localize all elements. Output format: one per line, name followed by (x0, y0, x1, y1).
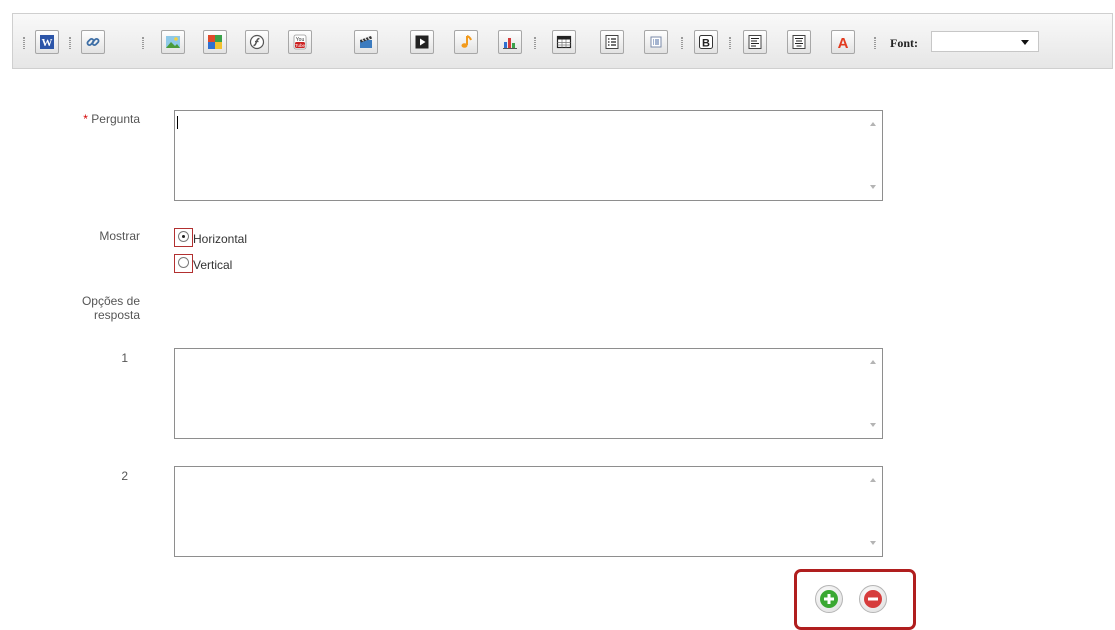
gallery-icon[interactable] (203, 30, 227, 54)
question-label: * Pergunta (40, 112, 140, 126)
toolbar-separator (681, 37, 683, 49)
link-icon[interactable] (81, 30, 105, 54)
answers-label-line1: Opções de (81, 294, 140, 308)
media-play-icon[interactable] (410, 30, 434, 54)
scroll-up-icon[interactable] (870, 122, 876, 126)
radio-checked-icon[interactable] (178, 230, 189, 242)
text-cursor (177, 116, 178, 129)
table-icon[interactable] (552, 30, 576, 54)
radio-vertical-label[interactable]: Vertical (193, 258, 232, 272)
scroll-down-icon[interactable] (870, 541, 876, 545)
answers-label: Opções de resposta (40, 294, 140, 322)
scroll-up-icon[interactable] (870, 360, 876, 364)
radio-vertical-box[interactable] (174, 253, 193, 273)
answer-textarea-2[interactable] (174, 466, 883, 557)
small-list-icon[interactable] (644, 30, 668, 54)
answer-number-1: 1 (121, 351, 128, 365)
required-marker: * (83, 112, 88, 126)
answer-1-scrollbar[interactable] (865, 350, 881, 437)
svg-text:Tube: Tube (295, 43, 306, 48)
word-icon[interactable]: W (35, 30, 59, 54)
chevron-down-icon (1021, 40, 1029, 45)
image-icon[interactable] (161, 30, 185, 54)
scroll-up-icon[interactable] (870, 478, 876, 482)
radio-horizontal[interactable]: Horizontal (174, 227, 247, 247)
font-color-icon[interactable]: A (831, 30, 855, 54)
question-scrollbar[interactable] (865, 112, 881, 199)
add-option-button[interactable] (815, 585, 843, 613)
show-label: Mostrar (99, 229, 140, 243)
toolbar-separator (69, 37, 71, 49)
toolbar-separator (23, 37, 25, 49)
remove-option-button[interactable] (859, 585, 887, 613)
answers-label-line2: resposta (93, 308, 140, 322)
toolbar-separator (874, 37, 876, 49)
list-icon[interactable] (600, 30, 624, 54)
scroll-down-icon[interactable] (870, 185, 876, 189)
svg-text:A: A (838, 35, 849, 50)
add-remove-highlight (794, 569, 916, 630)
minus-icon (864, 590, 882, 608)
youtube-icon[interactable]: You Tube (288, 30, 312, 54)
align-center-icon[interactable] (787, 30, 811, 54)
bold-icon[interactable]: B (694, 30, 718, 54)
audio-note-icon[interactable] (454, 30, 478, 54)
answer-number-2: 2 (121, 469, 128, 483)
align-left-icon[interactable] (743, 30, 767, 54)
question-label-text: Pergunta (91, 112, 140, 126)
radio-unchecked-icon[interactable] (178, 256, 189, 268)
toolbar-separator (534, 37, 536, 49)
radio-horizontal-label[interactable]: Horizontal (193, 232, 247, 246)
chart-icon[interactable] (498, 30, 522, 54)
toolbar-separator (142, 37, 144, 49)
video-clapper-icon[interactable] (354, 30, 378, 54)
question-textarea[interactable] (174, 110, 883, 201)
answer-textarea-1[interactable] (174, 348, 883, 439)
svg-text:B: B (702, 38, 710, 50)
font-label: Font: (890, 36, 918, 50)
radio-horizontal-box[interactable] (174, 227, 193, 247)
plus-icon (820, 590, 838, 608)
radio-vertical[interactable]: Vertical (174, 253, 232, 273)
font-select[interactable] (931, 31, 1039, 52)
answer-2-scrollbar[interactable] (865, 468, 881, 555)
svg-text:W: W (42, 37, 53, 49)
toolbar-separator (729, 37, 731, 49)
editor-toolbar: W You Tube B A Font: (12, 13, 1113, 69)
scroll-down-icon[interactable] (870, 423, 876, 427)
flash-icon[interactable] (245, 30, 269, 54)
